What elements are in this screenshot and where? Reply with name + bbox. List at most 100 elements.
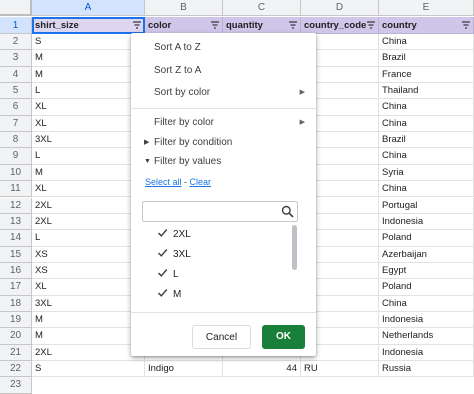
row-header[interactable]: 19	[0, 311, 32, 329]
table-cell[interactable]: Poland	[379, 230, 474, 247]
row-header[interactable]: 8	[0, 132, 32, 149]
table-cell[interactable]: China	[379, 34, 474, 51]
table-cell[interactable]: Russia	[379, 361, 474, 378]
row-header[interactable]: 22	[0, 361, 32, 378]
table-cell[interactable]: China	[379, 148, 474, 165]
table-cell[interactable]: Poland	[379, 279, 474, 296]
table-cell[interactable]: Brazil	[379, 50, 474, 67]
table-cell[interactable]: S	[32, 34, 145, 51]
table-cell[interactable]: 44	[223, 361, 301, 378]
table-cell[interactable]: XL	[32, 115, 145, 133]
values-search-input[interactable]	[142, 201, 298, 222]
row-header[interactable]: 1	[0, 17, 32, 34]
table-cell[interactable]: Netherlands	[379, 328, 474, 345]
filter-icon[interactable]	[209, 19, 221, 31]
table-cell[interactable]: RU	[301, 361, 379, 378]
row-header[interactable]: 2	[0, 34, 32, 51]
table-cell[interactable]: France	[379, 66, 474, 84]
select-all-corner[interactable]	[0, 0, 32, 16]
column-header-b[interactable]: B	[145, 0, 223, 16]
table-cell[interactable]: S	[32, 361, 145, 378]
table-cell[interactable]: China	[379, 115, 474, 133]
checkmark-icon	[157, 246, 168, 266]
row-header[interactable]: 10	[0, 164, 32, 182]
row-header[interactable]: 11	[0, 181, 32, 198]
table-cell[interactable]: L	[32, 148, 145, 165]
clear-link[interactable]: Clear	[190, 177, 212, 187]
row-header[interactable]: 23	[0, 377, 32, 394]
row-header[interactable]: 6	[0, 99, 32, 116]
table-cell[interactable]: XL	[32, 99, 145, 116]
menu-item-label: Filter by color	[154, 117, 215, 128]
menu-item-filter-by-color[interactable]: Filter by color ▶	[131, 113, 316, 133]
table-cell[interactable]: XS	[32, 262, 145, 280]
table-cell[interactable]: XL	[32, 181, 145, 198]
table-cell[interactable]: Portugal	[379, 197, 474, 214]
table-cell[interactable]: 3XL	[32, 295, 145, 312]
table-cell[interactable]: Syria	[379, 164, 474, 182]
menu-item-label: Sort Z to A	[154, 65, 202, 76]
value-option[interactable]: 3XL	[131, 245, 291, 265]
menu-item-sort-a-z[interactable]: Sort A to Z	[131, 38, 316, 58]
table-cell[interactable]: M	[32, 164, 145, 182]
filter-icon[interactable]	[131, 19, 143, 31]
table-cell[interactable]: XL	[32, 279, 145, 296]
menu-item-sort-z-a[interactable]: Sort Z to A	[131, 61, 316, 81]
table-cell[interactable]: M	[32, 328, 145, 345]
table-cell[interactable]: 3XL	[32, 132, 145, 149]
table-cell[interactable]: 2XL	[32, 197, 145, 214]
filter-icon[interactable]	[365, 19, 377, 31]
row-header[interactable]: 14	[0, 230, 32, 247]
filter-icon[interactable]	[460, 19, 472, 31]
row-header[interactable]: 7	[0, 115, 32, 133]
row-header[interactable]: 12	[0, 197, 32, 214]
row-header[interactable]: 13	[0, 213, 32, 231]
table-cell[interactable]: Indigo	[145, 361, 223, 378]
table-cell[interactable]: Egypt	[379, 262, 474, 280]
column-header-d[interactable]: D	[301, 0, 379, 16]
row-header[interactable]: 9	[0, 148, 32, 165]
value-option[interactable]: M	[131, 285, 291, 305]
table-cell[interactable]: L	[32, 83, 145, 100]
value-option[interactable]: L	[131, 265, 291, 285]
ok-button[interactable]: OK	[262, 325, 305, 349]
value-label: M	[173, 289, 182, 300]
table-cell[interactable]: M	[32, 311, 145, 329]
table-cell[interactable]: M	[32, 50, 145, 67]
table-cell[interactable]: Indonesia	[379, 344, 474, 361]
header-cell-shirt-size[interactable]: shirt_size	[32, 17, 145, 34]
column-header-e[interactable]: E	[379, 0, 474, 16]
table-cell[interactable]: Azerbaijan	[379, 246, 474, 263]
row-header[interactable]: 18	[0, 295, 32, 312]
table-cell[interactable]: XS	[32, 246, 145, 263]
table-cell[interactable]: China	[379, 295, 474, 312]
menu-item-filter-by-condition[interactable]: ▶ Filter by condition	[131, 133, 316, 153]
table-cell[interactable]: China	[379, 181, 474, 198]
table-cell[interactable]: Indonesia	[379, 311, 474, 329]
column-header-a[interactable]: A	[32, 0, 145, 16]
value-option[interactable]: 2XL	[131, 225, 291, 245]
table-cell[interactable]: Indonesia	[379, 213, 474, 231]
table-cell[interactable]: 2XL	[32, 344, 145, 361]
table-cell[interactable]: 2XL	[32, 213, 145, 231]
row-header[interactable]: 4	[0, 66, 32, 84]
cancel-button[interactable]: Cancel	[192, 325, 251, 349]
row-header[interactable]: 3	[0, 50, 32, 67]
table-cell[interactable]: Thailand	[379, 83, 474, 100]
table-cell[interactable]: M	[32, 66, 145, 84]
menu-item-filter-by-values[interactable]: ▼ Filter by values	[131, 152, 316, 172]
table-cell[interactable]: Brazil	[379, 132, 474, 149]
row-header[interactable]: 17	[0, 279, 32, 296]
row-header[interactable]: 15	[0, 246, 32, 263]
row-header[interactable]: 20	[0, 328, 32, 345]
row-header[interactable]: 21	[0, 344, 32, 361]
values-scrollbar[interactable]	[292, 225, 297, 270]
column-header-c[interactable]: C	[223, 0, 301, 16]
table-cell[interactable]: China	[379, 99, 474, 116]
table-cell[interactable]: L	[32, 230, 145, 247]
row-header[interactable]: 16	[0, 262, 32, 280]
row-header[interactable]: 5	[0, 83, 32, 100]
menu-item-sort-by-color[interactable]: Sort by color ▶	[131, 83, 316, 103]
select-all-link[interactable]: Select all	[145, 177, 182, 187]
filter-icon[interactable]	[287, 19, 299, 31]
